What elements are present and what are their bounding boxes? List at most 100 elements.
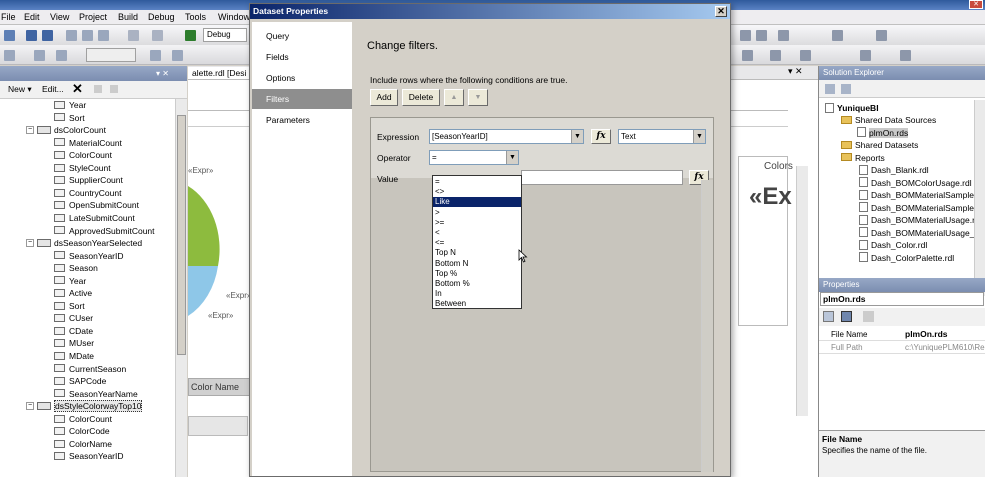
- field-node[interactable]: SeasonYearID: [54, 250, 124, 262]
- save-icon[interactable]: [26, 30, 37, 41]
- alphabetical-icon[interactable]: [841, 311, 852, 322]
- nav-filters[interactable]: Filters: [252, 89, 352, 109]
- collapse-icon[interactable]: −: [26, 125, 34, 134]
- dataset-node[interactable]: − dsColorCount: [26, 124, 106, 136]
- vs-close-button[interactable]: ✕: [969, 0, 983, 9]
- dataset-node[interactable]: − dsStyleColorwayTop10: [26, 400, 143, 413]
- chevron-down-icon[interactable]: ▼: [571, 130, 583, 143]
- menu-edit[interactable]: Edit: [24, 11, 40, 24]
- redo-icon[interactable]: [152, 30, 163, 41]
- layout-icon-5[interactable]: [900, 50, 911, 61]
- solution-scrollbar[interactable]: [974, 100, 985, 296]
- field-node[interactable]: MDate: [54, 350, 94, 362]
- move-down-icon[interactable]: [110, 85, 118, 93]
- menu-project[interactable]: Project: [79, 11, 107, 24]
- report-data-scroll-thumb[interactable]: [177, 115, 186, 355]
- field-node[interactable]: ColorCount: [54, 149, 112, 161]
- field-node[interactable]: MaterialCount: [54, 137, 122, 149]
- solution-file[interactable]: Dash_BOMMaterialSampleUs: [859, 189, 974, 201]
- field-node[interactable]: CountryCount: [54, 187, 121, 199]
- format-icon-2[interactable]: [34, 50, 45, 61]
- solution-config-combo[interactable]: Debug: [203, 28, 247, 42]
- field-node[interactable]: Active: [54, 287, 92, 299]
- property-row[interactable]: File Name plmOn.rds: [819, 328, 985, 341]
- field-node[interactable]: ColorName: [54, 438, 112, 450]
- layout-icon-3[interactable]: [800, 50, 811, 61]
- move-down-button[interactable]: ▼: [468, 89, 488, 106]
- nav-fields[interactable]: Fields: [252, 47, 352, 67]
- field-node[interactable]: ApprovedSubmitCount: [54, 225, 155, 237]
- categorized-icon[interactable]: [823, 311, 834, 322]
- operator-combo[interactable]: = ▼: [429, 150, 519, 165]
- toolbar-icon-right-2[interactable]: [756, 30, 767, 41]
- move-up-button[interactable]: ▲: [444, 89, 464, 106]
- solution-file[interactable]: Dash_BOMMaterialSampleUs: [859, 202, 974, 214]
- solution-file[interactable]: Dash_ColorPalette.rdl: [859, 252, 954, 264]
- format-icon-1[interactable]: [4, 50, 15, 61]
- property-row[interactable]: Full Path c:\YuniquePLM610\Re: [819, 341, 985, 354]
- field-node[interactable]: Season: [54, 262, 98, 274]
- field-node[interactable]: LateSubmitCount: [54, 212, 135, 224]
- operator-option[interactable]: Bottom %: [433, 279, 521, 289]
- field-node[interactable]: MUser: [54, 337, 94, 349]
- field-node[interactable]: Year: [54, 275, 86, 287]
- move-up-icon[interactable]: [94, 85, 102, 93]
- designer-tab[interactable]: alette.rdl [Desi: [188, 67, 251, 79]
- field-node[interactable]: OpenSubmitCount: [54, 199, 139, 211]
- paste-icon[interactable]: [98, 30, 109, 41]
- operator-option[interactable]: Like: [433, 197, 521, 208]
- chevron-down-icon[interactable]: ▼: [506, 151, 518, 164]
- pin-icon[interactable]: ▾ ✕: [156, 66, 169, 81]
- collapse-icon[interactable]: −: [26, 401, 34, 410]
- field-node[interactable]: CurrentSeason: [54, 363, 126, 375]
- undo-icon[interactable]: [128, 30, 139, 41]
- solution-folder[interactable]: Shared Data Sources: [841, 114, 936, 126]
- chevron-down-icon[interactable]: ▼: [693, 130, 705, 143]
- operator-option[interactable]: In: [433, 289, 521, 299]
- report-data-scrollbar[interactable]: [175, 99, 187, 477]
- dataset-node[interactable]: − dsSeasonYearSelected: [26, 237, 142, 249]
- add-button[interactable]: Add: [370, 89, 398, 106]
- collapse-icon[interactable]: −: [26, 238, 34, 247]
- menu-tools[interactable]: Tools: [185, 11, 206, 24]
- field-node[interactable]: SeasonYearID: [54, 450, 124, 462]
- font-size-combo[interactable]: [86, 48, 136, 62]
- operator-option[interactable]: Bottom N: [433, 259, 521, 269]
- nav-parameters[interactable]: Parameters: [252, 110, 352, 130]
- menu-window[interactable]: Window: [218, 11, 250, 24]
- operator-option[interactable]: <>: [433, 187, 521, 197]
- format-icon-3[interactable]: [56, 50, 67, 61]
- menu-view[interactable]: View: [50, 11, 69, 24]
- solution-file[interactable]: Dash_BOMMaterialUsage.rdl: [859, 214, 974, 226]
- property-pages-icon[interactable]: [863, 311, 874, 322]
- field-node[interactable]: SupplierCount: [54, 174, 123, 186]
- delete-button[interactable]: Delete: [402, 89, 440, 106]
- type-combo[interactable]: Text ▼: [618, 129, 706, 144]
- solution-file[interactable]: plmOn.rds: [857, 127, 909, 139]
- new-dropdown-button[interactable]: New ▾: [8, 84, 32, 95]
- save-all-icon[interactable]: [42, 30, 53, 41]
- operator-dropdown-list[interactable]: = <> Like > >= < <= Top N Bottom N Top % Bottom % I…: [432, 175, 522, 309]
- operator-option[interactable]: >=: [433, 218, 521, 228]
- field-node[interactable]: CDate: [54, 325, 93, 337]
- operator-option[interactable]: =: [433, 177, 521, 187]
- field-node[interactable]: Sort: [54, 112, 85, 124]
- value-input[interactable]: [521, 170, 683, 185]
- toolbar-icon-right-1[interactable]: [740, 30, 751, 41]
- toolbar-icon-right-3[interactable]: [778, 30, 789, 41]
- field-node[interactable]: SeasonYearName: [54, 388, 138, 400]
- properties-object-combo[interactable]: plmOn.rds: [820, 292, 984, 306]
- dialog-close-button[interactable]: ✕: [715, 6, 727, 17]
- show-all-files-icon[interactable]: [841, 84, 851, 94]
- field-node[interactable]: ColorCode: [54, 425, 110, 437]
- copy-icon[interactable]: [82, 30, 93, 41]
- solution-file[interactable]: Dash_BOMColorUsage.rdl: [859, 177, 972, 189]
- nav-options[interactable]: Options: [252, 68, 352, 88]
- expression-combo[interactable]: [SeasonYearID] ▼: [429, 129, 584, 144]
- edit-button[interactable]: Edit...: [42, 84, 64, 94]
- solution-file[interactable]: Dash_BOMMaterialUsage_Su: [859, 227, 974, 239]
- menu-debug[interactable]: Debug: [148, 11, 175, 24]
- field-node[interactable]: CUser: [54, 312, 93, 324]
- expression-fx-button[interactable]: fx: [591, 129, 611, 144]
- filter-scrollbar[interactable]: [701, 180, 713, 472]
